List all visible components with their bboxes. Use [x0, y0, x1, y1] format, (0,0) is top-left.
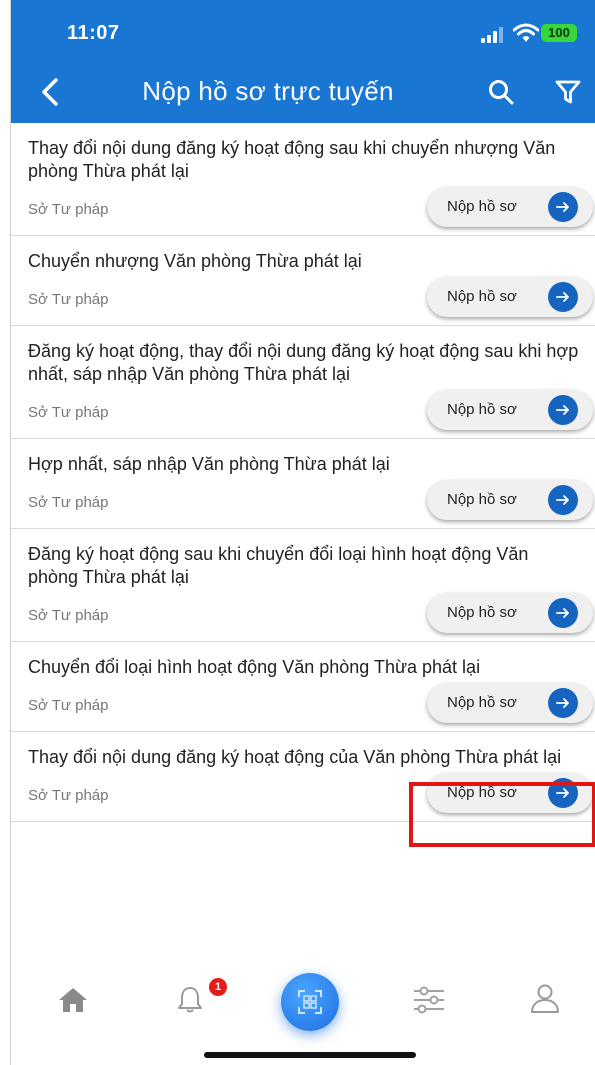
list-item: Thay đổi nội dung đăng ký hoạt động sau … — [11, 123, 595, 236]
list-item: Chuyển đổi loại hình hoạt động Văn phòng… — [11, 642, 595, 732]
submit-button-label: Nộp hồ sơ — [447, 604, 517, 621]
back-arrow-icon[interactable] — [37, 76, 63, 108]
submit-button[interactable]: Nộp hồ sơ — [427, 683, 593, 723]
qr-scan-icon — [298, 990, 322, 1014]
agency-label: Sở Tư pháp — [28, 291, 109, 308]
submit-button-label: Nộp hồ sơ — [447, 491, 517, 508]
arrow-right-icon — [548, 598, 578, 628]
arrow-right-icon — [548, 688, 578, 718]
submit-button-label: Nộp hồ sơ — [447, 198, 517, 215]
home-icon[interactable] — [57, 986, 89, 1014]
submit-button[interactable]: Nộp hồ sơ — [427, 187, 593, 227]
arrow-right-icon — [548, 192, 578, 222]
procedure-title[interactable]: Đăng ký hoạt động, thay đổi nội dung đăn… — [11, 326, 595, 386]
qr-scan-button[interactable] — [281, 973, 339, 1031]
user-icon[interactable] — [529, 982, 561, 1014]
submit-button[interactable]: Nộp hồ sơ — [427, 593, 593, 633]
signal-icon — [481, 27, 505, 43]
arrow-right-icon — [548, 485, 578, 515]
agency-label: Sở Tư pháp — [28, 697, 109, 714]
notification-badge: 1 — [209, 978, 227, 996]
arrow-right-icon — [548, 395, 578, 425]
agency-label: Sở Tư pháp — [28, 787, 109, 804]
status-time: 11:07 — [67, 22, 120, 44]
sliders-icon[interactable] — [412, 986, 446, 1014]
procedure-list: Thay đổi nội dung đăng ký hoạt động sau … — [11, 123, 595, 822]
highlight-box — [409, 782, 595, 847]
submit-button[interactable]: Nộp hồ sơ — [427, 480, 593, 520]
list-item: Đăng ký hoạt động sau khi chuyển đổi loạ… — [11, 529, 595, 642]
status-bar: 11:07 100 — [11, 0, 595, 62]
submit-button-label: Nộp hồ sơ — [447, 288, 517, 305]
agency-label: Sở Tư pháp — [28, 494, 109, 511]
submit-button-label: Nộp hồ sơ — [447, 694, 517, 711]
filter-icon[interactable] — [555, 79, 581, 105]
procedure-title[interactable]: Chuyển nhượng Văn phòng Thừa phát lại — [11, 236, 595, 273]
search-icon[interactable] — [487, 78, 515, 106]
submit-button[interactable]: Nộp hồ sơ — [427, 277, 593, 317]
app-screen: 11:07 100 Nộp hồ sơ trực tuyến Thay đổi … — [10, 0, 595, 1065]
submit-button-label: Nộp hồ sơ — [447, 401, 517, 418]
wifi-icon — [513, 23, 539, 42]
arrow-right-icon — [548, 282, 578, 312]
list-item: Hợp nhất, sáp nhập Văn phòng Thừa phát l… — [11, 439, 595, 529]
battery-indicator: 100 — [541, 24, 577, 42]
submit-button[interactable]: Nộp hồ sơ — [427, 390, 593, 430]
list-item: Đăng ký hoạt động, thay đổi nội dung đăn… — [11, 326, 595, 439]
procedure-title[interactable]: Thay đổi nội dung đăng ký hoạt động sau … — [11, 123, 595, 183]
bottom-nav: 1 — [11, 962, 595, 1065]
list-item: Chuyển nhượng Văn phòng Thừa phát lại Sở… — [11, 236, 595, 326]
home-indicator — [204, 1052, 416, 1058]
agency-label: Sở Tư pháp — [28, 404, 109, 421]
procedure-title[interactable]: Thay đổi nội dung đăng ký hoạt động của … — [11, 732, 595, 769]
nav-bar: Nộp hồ sơ trực tuyến — [11, 62, 595, 123]
procedure-title[interactable]: Chuyển đổi loại hình hoạt động Văn phòng… — [11, 642, 595, 679]
page-title: Nộp hồ sơ trực tuyến — [142, 76, 394, 106]
header: 11:07 100 Nộp hồ sơ trực tuyến — [11, 0, 595, 123]
procedure-title[interactable]: Hợp nhất, sáp nhập Văn phòng Thừa phát l… — [11, 439, 595, 476]
agency-label: Sở Tư pháp — [28, 201, 109, 218]
agency-label: Sở Tư pháp — [28, 607, 109, 624]
bell-icon[interactable] — [176, 984, 204, 1014]
procedure-title[interactable]: Đăng ký hoạt động sau khi chuyển đổi loạ… — [11, 529, 595, 589]
